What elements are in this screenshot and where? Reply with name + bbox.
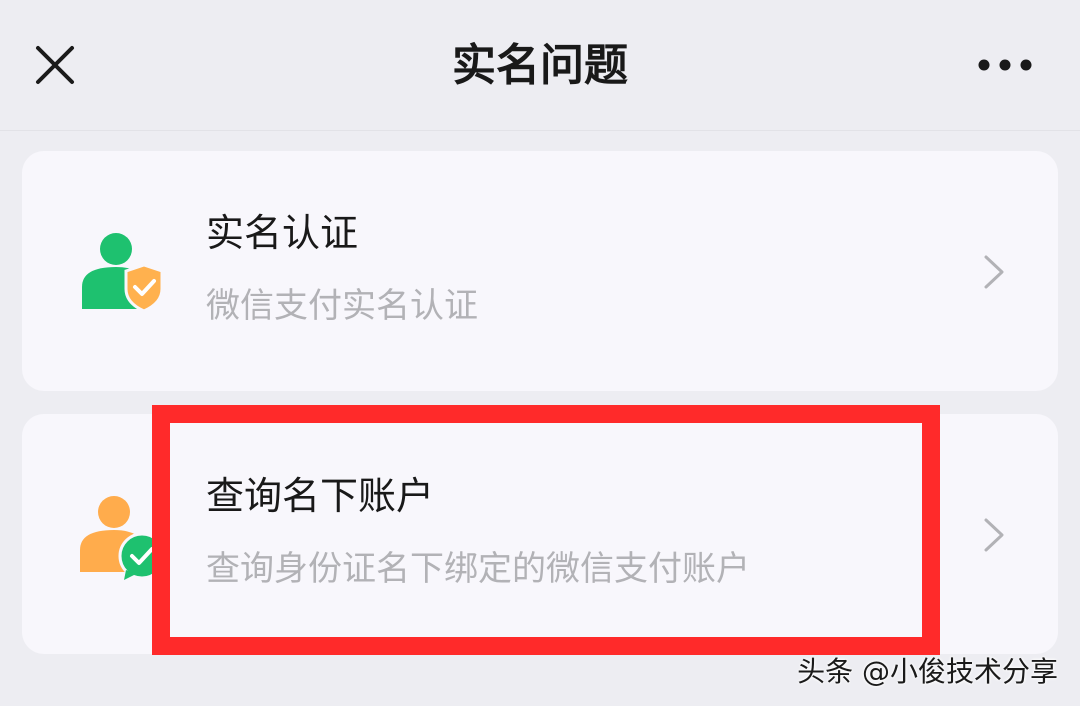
wechat-pay-page: 实名问题 实名认证 微信支付实名认证 查询名下账户 查询身份证名下绑定的微信支付… xyxy=(0,0,1080,706)
top-nav-bar: 实名问题 xyxy=(0,0,1080,131)
close-icon xyxy=(36,46,74,84)
more-horizontal-icon xyxy=(978,59,1032,71)
card-real-name-verification[interactable]: 实名认证 微信支付实名认证 xyxy=(22,151,1058,391)
card-title: 实名认证 xyxy=(206,211,359,255)
chevron-right-icon xyxy=(984,255,1004,289)
card-subtitle: 查询身份证名下绑定的微信支付账户 xyxy=(206,549,750,589)
card-subtitle: 微信支付实名认证 xyxy=(206,286,478,326)
watermark-text: 头条 @小俊技术分享 xyxy=(797,655,1058,688)
chevron-right-icon xyxy=(984,518,1004,552)
user-check-chat-icon xyxy=(78,492,168,582)
card-query-accounts[interactable]: 查询名下账户 查询身份证名下绑定的微信支付账户 xyxy=(22,414,1058,654)
card-title: 查询名下账户 xyxy=(206,474,435,518)
page-title: 实名问题 xyxy=(452,40,628,91)
more-options-button[interactable] xyxy=(972,40,1038,90)
user-verified-shield-icon xyxy=(78,229,168,319)
close-button[interactable] xyxy=(28,38,82,92)
